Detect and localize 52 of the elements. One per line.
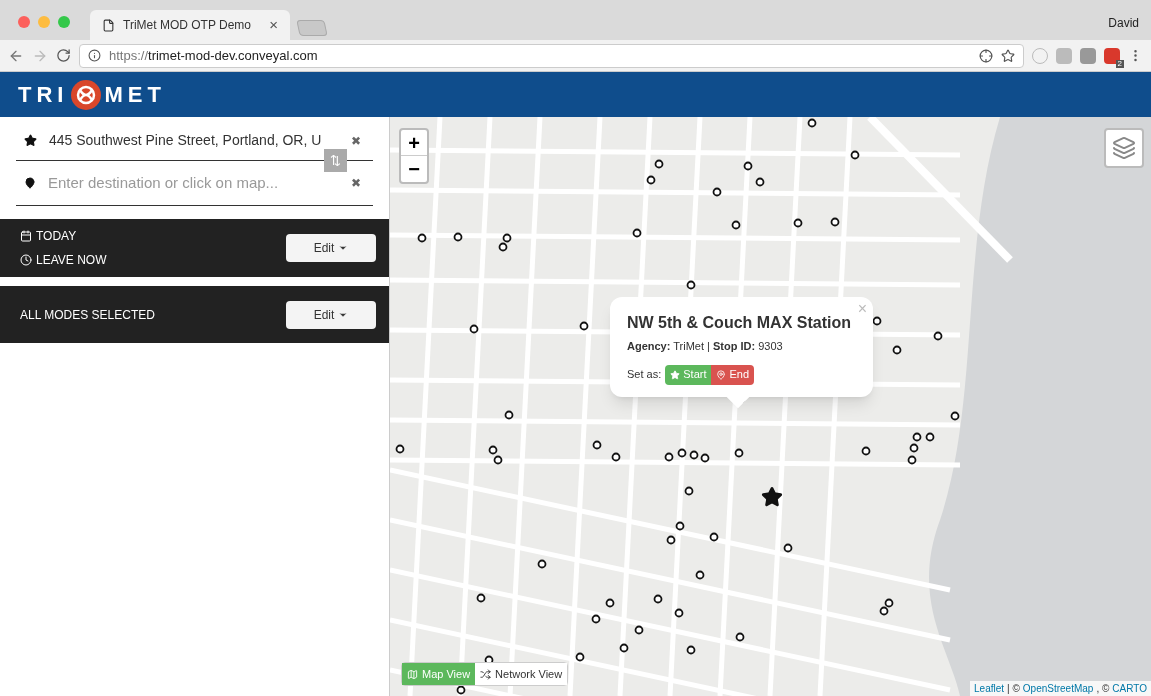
shuffle-icon [480,668,492,680]
openstreetmap-link[interactable]: OpenStreetMap [1022,681,1094,696]
clear-icon[interactable]: ✖ [351,174,361,192]
origin-marker-icon [761,486,783,508]
destination-field[interactable]: Enter destination or click on map... [48,171,339,195]
leaflet-link[interactable]: Leaflet [974,681,1005,696]
logo-text: MET [104,81,166,109]
origin-value: 445 Southwest Pine Street, Portland, OR, U [49,131,323,150]
modes-label: ALL MODES SELECTED [20,306,155,324]
star-icon [670,369,681,380]
browser-tab[interactable]: TriMet MOD OTP Demo × [90,10,290,40]
logo-text: TRI [18,81,69,109]
map-icon [407,668,418,680]
page-icon [102,18,115,32]
location-icon[interactable] [979,48,993,63]
stop-name: NW 5th & Couch MAX Station [627,313,852,333]
calendar-icon [20,230,32,242]
close-window-icon[interactable] [18,16,30,28]
info-icon [88,49,101,62]
tab-close-icon[interactable]: × [269,13,278,37]
layers-icon [1112,136,1136,160]
clear-icon[interactable]: ✖ [351,131,361,150]
address-bar[interactable]: https://trimet-mod-dev.conveyal.com [79,43,1024,68]
pin-icon [24,177,36,189]
reload-icon[interactable] [56,48,71,63]
tab-title: TriMet MOD OTP Demo [123,17,252,34]
attribution-text: , © [1096,682,1110,696]
zoom-in-button[interactable]: + [401,130,427,156]
profile-name[interactable]: David [1108,14,1139,32]
star-icon [24,134,37,147]
date-label: TODAY [36,228,77,245]
logo-icon [71,79,102,110]
bookmark-icon[interactable] [1001,48,1015,63]
attribution-text: | © [1007,682,1020,696]
edit-button[interactable]: Edit [286,234,376,262]
stop-details: Agency: TriMet | Stop ID: 9303 [627,339,784,354]
extension-badge: 2 [1115,59,1124,68]
caret-icon [338,243,349,253]
pin-icon [716,369,727,380]
extension-icon[interactable] [1080,47,1096,64]
time-label: LEAVE NOW [36,252,107,269]
layers-button[interactable] [1104,128,1144,168]
new-tab-button[interactable] [296,20,328,36]
edit-button[interactable]: Edit [286,300,376,329]
url-text: https://trimet-mod-dev.conveyal.com [109,46,319,65]
set-as-label: Set as: [627,367,662,383]
zoom-out-button[interactable]: − [401,156,427,182]
maximize-window-icon[interactable] [58,16,70,28]
carto-link[interactable]: CARTO [1112,681,1147,696]
clock-icon [20,254,32,266]
set-end-button[interactable]: End [711,364,755,385]
extension-icon[interactable] [1056,47,1072,64]
